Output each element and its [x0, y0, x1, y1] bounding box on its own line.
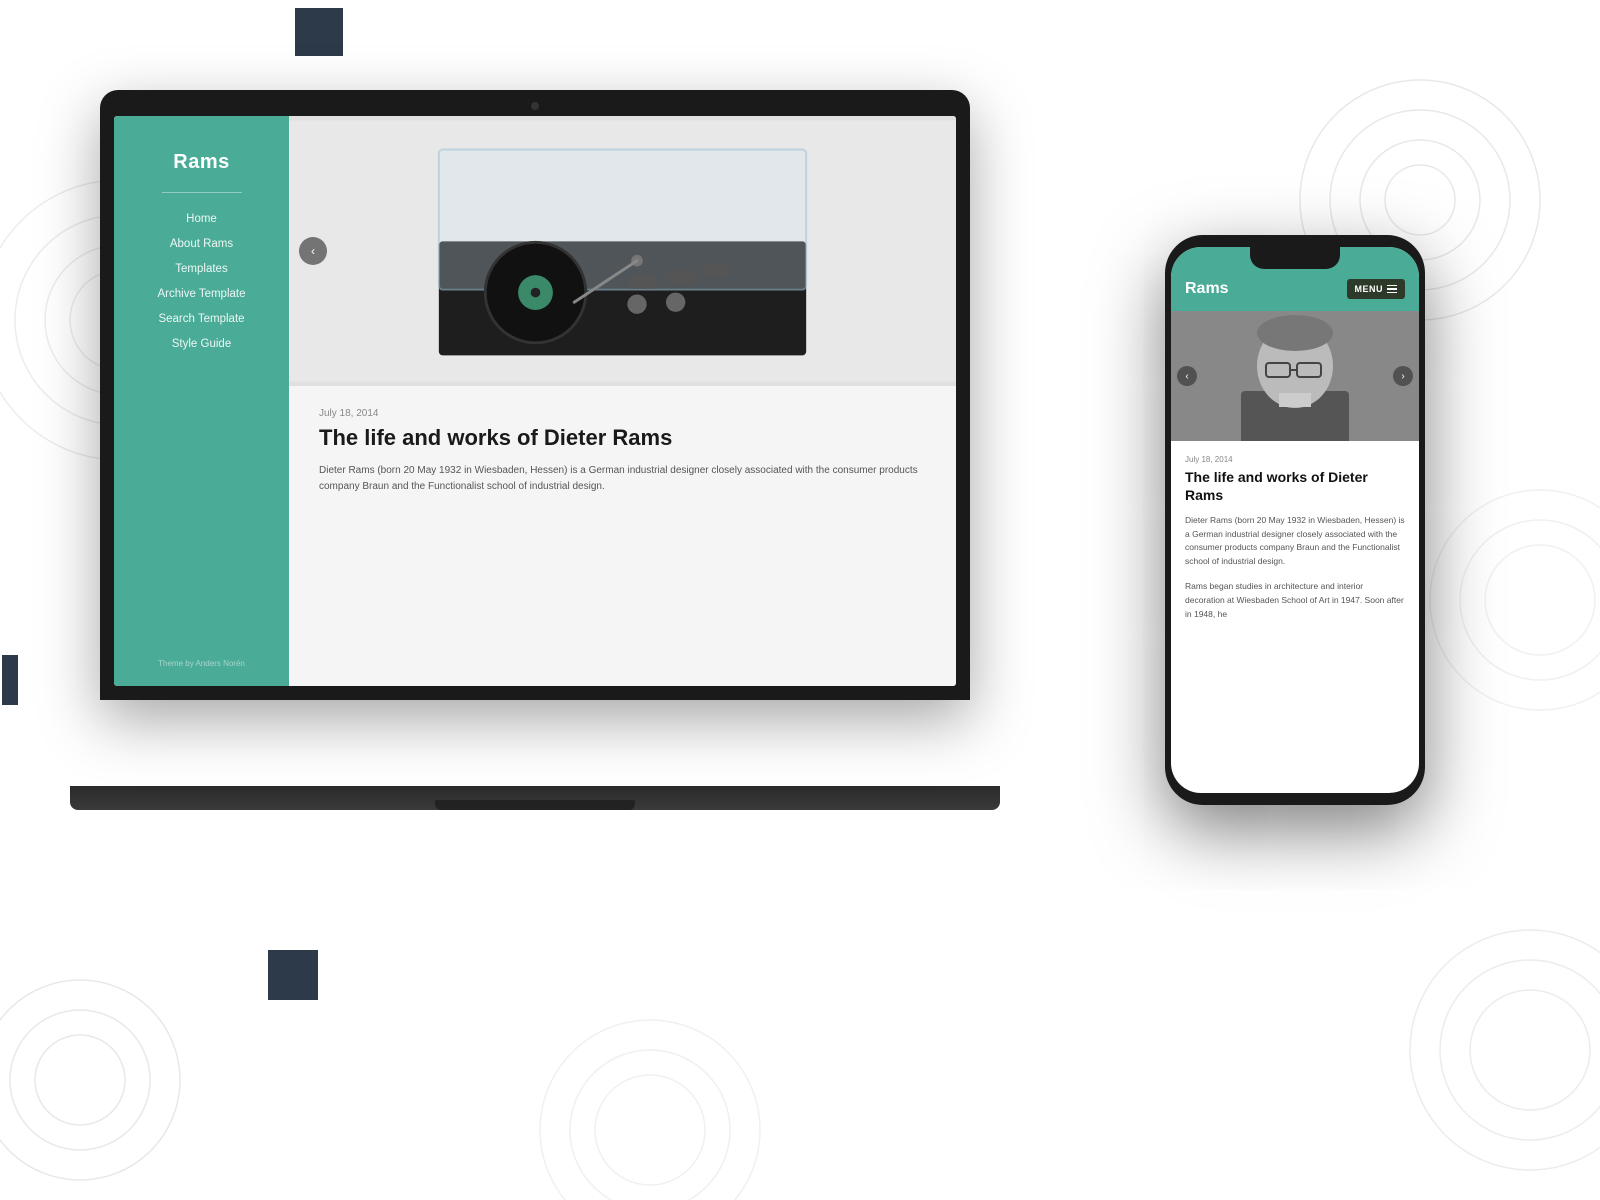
laptop-nav-search[interactable]: Search Template [158, 313, 244, 325]
laptop-camera [531, 102, 539, 110]
phone-article-body-2: Rams began studies in architecture and i… [1185, 580, 1405, 621]
laptop-sidebar: Rams Home About Rams Templates Archive T… [114, 116, 289, 686]
laptop-nav-archive[interactable]: Archive Template [158, 288, 246, 300]
phone-device: Rams MENU [1165, 235, 1425, 805]
phone-article-body-1: Dieter Rams (born 20 May 1932 in Wiesbad… [1185, 514, 1405, 568]
laptop-hero-image: ‹ [289, 116, 956, 386]
laptop-article-date: July 18, 2014 [319, 408, 926, 419]
phone-article-title: The life and works of Dieter Rams [1185, 469, 1405, 504]
laptop-site-title: Rams [173, 151, 229, 174]
laptop-nav-home[interactable]: Home [186, 213, 217, 225]
phone-notch [1250, 247, 1340, 269]
laptop-article-excerpt: Dieter Rams (born 20 May 1932 in Wiesbad… [319, 463, 926, 495]
laptop-nav-style[interactable]: Style Guide [172, 338, 231, 350]
laptop-base [70, 786, 1000, 810]
laptop-article-content: July 18, 2014 The life and works of Diet… [289, 386, 956, 517]
laptop-main-content: ‹ July 18, 2014 The life and works of Di… [289, 116, 956, 686]
laptop-article-title: The life and works of Dieter Rams [319, 425, 926, 451]
laptop-theme-credit: Theme by Anders Norén [158, 659, 245, 668]
phone-hero-illustration [1171, 311, 1419, 441]
phone-screen: Rams MENU [1171, 247, 1419, 793]
laptop-sidebar-divider [162, 192, 242, 193]
phone-carousel-next-button[interactable]: › [1393, 366, 1413, 386]
laptop-nav-templates[interactable]: Templates [175, 263, 227, 275]
laptop-nav-about[interactable]: About Rams [170, 238, 233, 250]
phone-menu-label: MENU [1355, 284, 1384, 294]
laptop-device: Rams Home About Rams Templates Archive T… [100, 90, 970, 810]
phone-body: Rams MENU [1165, 235, 1425, 805]
laptop-carousel-prev-button[interactable]: ‹ [299, 237, 327, 265]
record-player-illustration [289, 116, 956, 386]
deco-square-4 [268, 950, 318, 1000]
chevron-left-icon: ‹ [311, 244, 315, 258]
phone-article-content: July 18, 2014 The life and works of Diet… [1171, 441, 1419, 793]
laptop-body: Rams Home About Rams Templates Archive T… [100, 90, 970, 700]
phone-article-date: July 18, 2014 [1185, 455, 1405, 464]
laptop-screen: Rams Home About Rams Templates Archive T… [114, 116, 956, 686]
chevron-right-icon: › [1401, 371, 1404, 382]
deco-square-2 [2, 655, 18, 705]
phone-carousel-prev-button[interactable]: ‹ [1177, 366, 1197, 386]
laptop-nav: Home About Rams Templates Archive Templa… [114, 213, 289, 350]
phone-site-title: Rams [1185, 280, 1229, 298]
deco-square-1 [295, 8, 343, 56]
chevron-left-icon: ‹ [1185, 371, 1188, 382]
phone-hero-image: ‹ › [1171, 311, 1419, 441]
phone-menu-button[interactable]: MENU [1347, 279, 1406, 299]
hamburger-icon [1387, 285, 1397, 294]
